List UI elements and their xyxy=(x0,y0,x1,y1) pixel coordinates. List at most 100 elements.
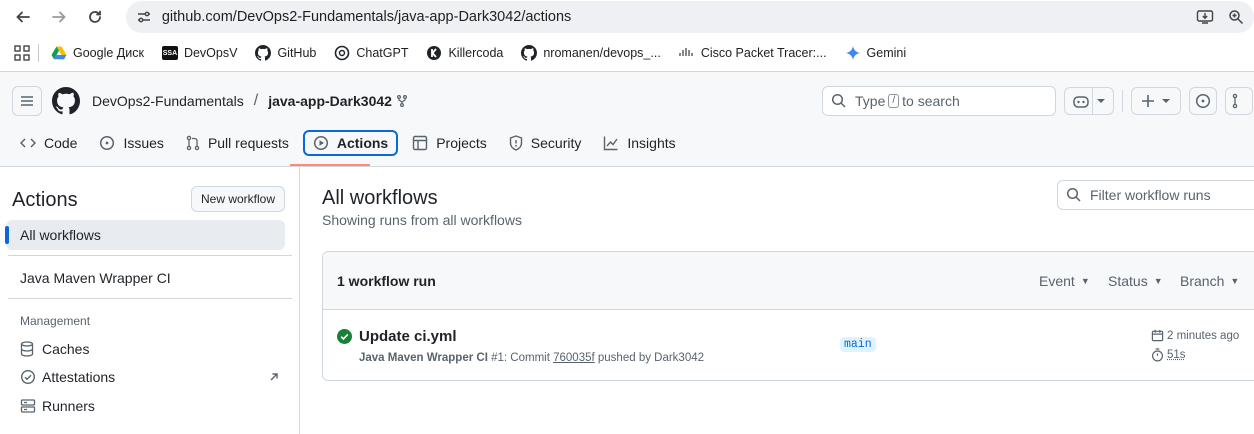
graph-icon xyxy=(603,135,619,151)
success-check-icon xyxy=(337,329,352,344)
caret-down-icon: ▼ xyxy=(1081,276,1090,286)
bookmark-label: Cisco Packet Tracer:... xyxy=(701,46,827,60)
selected-tab-underline xyxy=(290,164,370,166)
code-icon xyxy=(20,136,36,150)
header-divider xyxy=(1122,90,1123,112)
bookmark-label: Killercoda xyxy=(448,46,503,60)
fork-icon xyxy=(397,95,407,107)
bookmark-gemini[interactable]: Gemini xyxy=(845,45,907,61)
bookmark-github[interactable]: GitHub xyxy=(255,45,316,61)
branch-label[interactable]: main xyxy=(840,337,876,352)
run-meta: Java Maven Wrapper CI #1: Commit 760035f… xyxy=(359,352,704,364)
check-circle-icon xyxy=(20,369,36,385)
bookmark-label: DevOpsV xyxy=(184,46,238,60)
site-info-icon[interactable] xyxy=(136,9,152,25)
chatgpt-icon xyxy=(334,45,350,61)
copilot-icon xyxy=(1073,94,1089,108)
repo-header: DevOps2-Fundamentals / java-app-Dark3042… xyxy=(0,72,1254,167)
tab-label: Security xyxy=(531,135,582,151)
github-icon xyxy=(521,45,537,61)
runs-list-header: 1 workflow run Event ▼ Status ▼ Branch ▼ xyxy=(323,252,1254,310)
url-text[interactable]: github.com/DevOps2-Fundamentals/java-app… xyxy=(162,9,571,25)
apps-button[interactable] xyxy=(14,45,30,61)
tab-label: Projects xyxy=(436,135,487,151)
sidebar-item-attestations[interactable]: Attestations xyxy=(20,364,280,390)
filter-placeholder: Filter workflow runs xyxy=(1090,187,1211,203)
bookmark-chatgpt[interactable]: ChatGPT xyxy=(334,45,408,61)
bookmark-devopsv[interactable]: SSA DevOpsV xyxy=(162,46,238,60)
bookmark-cisco[interactable]: Cisco Packet Tracer:... xyxy=(679,45,827,61)
hamburger-icon xyxy=(19,93,35,109)
filter-runs-input[interactable]: Filter workflow runs xyxy=(1057,180,1254,210)
install-app-icon[interactable] xyxy=(1196,9,1214,25)
address-bar-row: github.com/DevOps2-Fundamentals/java-app… xyxy=(0,0,1254,34)
workflow-run-row[interactable]: Update ci.yml Java Maven Wrapper CI #1: … xyxy=(323,310,1254,380)
ssa-icon: SSA xyxy=(162,46,178,60)
url-bar[interactable]: github.com/DevOps2-Fundamentals/java-app… xyxy=(126,1,1254,33)
status-filter-dropdown[interactable]: Status ▼ xyxy=(1108,273,1163,289)
search-shortcut-key: / xyxy=(888,94,899,108)
run-workflow-name: Java Maven Wrapper CI xyxy=(359,352,488,364)
plus-icon xyxy=(1141,94,1155,108)
tab-code[interactable]: Code xyxy=(12,130,85,156)
play-icon xyxy=(313,135,329,151)
bookmark-google-drive[interactable]: Google Диск xyxy=(51,45,144,61)
run-when: 2 minutes ago xyxy=(1167,330,1239,342)
gemini-icon xyxy=(845,45,861,61)
actions-page: Actions New workflow All workflows Java … xyxy=(0,167,1254,434)
sidebar-item-workflow[interactable]: Java Maven Wrapper CI xyxy=(6,263,285,293)
browser-chrome: github.com/DevOps2-Fundamentals/java-app… xyxy=(0,0,1254,72)
tab-pull-requests[interactable]: Pull requests xyxy=(178,130,297,156)
new-workflow-button[interactable]: New workflow xyxy=(191,186,285,212)
issues-button[interactable] xyxy=(1189,87,1217,115)
global-search-input[interactable]: Type / to search xyxy=(822,86,1056,116)
stopwatch-icon xyxy=(1151,348,1167,362)
sidebar-item-caches[interactable]: Caches xyxy=(20,336,280,362)
bookmark-label: Gemini xyxy=(867,46,907,60)
tab-label: Actions xyxy=(337,135,388,151)
filter-label: Event xyxy=(1039,273,1075,289)
sidebar-item-all-workflows[interactable]: All workflows xyxy=(6,220,285,250)
tab-actions[interactable]: Actions xyxy=(303,130,398,156)
repo-owner-link[interactable]: DevOps2-Fundamentals xyxy=(92,93,244,109)
management-heading: Management xyxy=(20,314,90,328)
bookmark-nromanen[interactable]: nromanen/devops_... xyxy=(521,45,660,61)
chevron-down-icon xyxy=(1096,97,1106,105)
forward-button[interactable] xyxy=(44,2,74,32)
run-title-link[interactable]: Update ci.yml xyxy=(359,328,457,345)
sidebar-item-runners[interactable]: Runners xyxy=(20,393,280,419)
external-link-icon xyxy=(268,371,280,383)
create-new-button[interactable] xyxy=(1131,87,1181,115)
copilot-button[interactable] xyxy=(1064,87,1114,115)
tab-insights[interactable]: Insights xyxy=(595,130,683,156)
event-filter-dropdown[interactable]: Event ▼ xyxy=(1039,273,1090,289)
chevron-down-icon xyxy=(1161,97,1171,105)
breadcrumb-separator: / xyxy=(254,92,258,110)
github-logo-icon[interactable] xyxy=(52,87,80,115)
bookmark-label: ChatGPT xyxy=(356,46,408,60)
zoom-icon[interactable] xyxy=(1228,9,1244,25)
repo-tabs: Code Issues Pull requests Actions Projec… xyxy=(12,130,690,167)
bookmarks-bar: Google Диск SSA DevOpsV GitHub ChatGPT K… xyxy=(0,34,1254,72)
page-title: All workflows xyxy=(322,187,438,210)
run-timestamp: 2 minutes ago xyxy=(1151,329,1239,342)
back-button[interactable] xyxy=(8,2,38,32)
menu-button[interactable] xyxy=(12,86,42,116)
search-icon xyxy=(831,93,847,109)
pull-request-icon xyxy=(186,135,200,151)
sidebar-item-label: Runners xyxy=(42,398,95,414)
commit-sha-link[interactable]: 760035f xyxy=(553,352,595,364)
calendar-icon xyxy=(1151,329,1167,342)
apps-grid-icon xyxy=(14,45,30,61)
tab-issues[interactable]: Issues xyxy=(91,130,171,156)
bookmark-killercoda[interactable]: Killercoda xyxy=(426,45,503,61)
tab-label: Pull requests xyxy=(208,135,289,151)
reload-button[interactable] xyxy=(80,2,110,32)
pull-requests-button[interactable] xyxy=(1225,87,1253,115)
tab-projects[interactable]: Projects xyxy=(404,130,495,156)
repo-name-link[interactable]: java-app-Dark3042 xyxy=(268,93,392,109)
sidebar-divider xyxy=(8,255,292,256)
branch-filter-dropdown[interactable]: Branch ▼ xyxy=(1180,273,1239,289)
tab-security[interactable]: Security xyxy=(501,130,590,156)
page-subtitle: Showing runs from all workflows xyxy=(322,212,522,228)
